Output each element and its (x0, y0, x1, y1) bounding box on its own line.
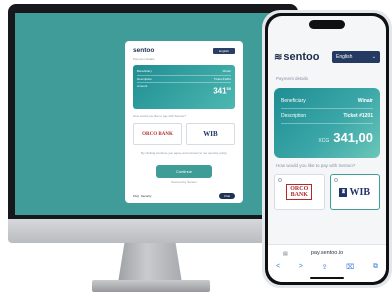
desktop-amount-row: Amount 34150 (137, 83, 231, 97)
phone-brand-name: sentoo (283, 51, 320, 63)
description-value: Ticket #1201 (343, 113, 373, 119)
bookmarks-icon[interactable]: ⌧ (346, 263, 354, 271)
beneficiary-label: Beneficiary (281, 98, 306, 104)
phone-brand-logo: ≋ sentoo (274, 51, 319, 63)
wib-bank-logo: ♜ WIB (339, 187, 370, 198)
desktop-continue-button[interactable]: Continue (156, 165, 212, 178)
desktop-payment-summary: Beneficiary Winair Description Ticket #1… (133, 65, 235, 109)
orco-bank-logo: ORCO BANK (286, 184, 313, 200)
description-label: Description (281, 113, 307, 119)
radio-unselected[interactable] (278, 178, 282, 182)
amount-label: Amount (137, 84, 148, 89)
wib-logo-text: WIB (349, 186, 371, 198)
tabs-icon[interactable]: ⧉ (373, 263, 378, 271)
monitor-screen: sentoo English Payment details Beneficia… (15, 13, 291, 215)
share-icon[interactable]: ⇪ (322, 263, 328, 271)
desktop-description-row: Description Ticket #1201 (137, 76, 231, 84)
sentoo-logo-icon: ≋ (274, 51, 283, 63)
desktop-amount: 34150 (213, 86, 231, 96)
desktop-secured-label: Secured by Sentoo (171, 180, 197, 184)
browser-toolbar: < > ⇪ ⌧ ⧉ (276, 263, 378, 271)
amount-decimal: 50 (226, 86, 231, 92)
description-value: Ticket #1201 (213, 76, 231, 81)
phone-screen: ≋ sentoo English ⌄ Payment details Benef… (268, 16, 386, 282)
phone-amount: XCG 341,00 (281, 130, 373, 145)
phone-browser-bar: ▤ pay.sentoo.io < > ⇪ ⌧ ⧉ (268, 244, 386, 282)
desktop-bank-orco[interactable]: ORCO BANK (133, 123, 182, 145)
phone-payment-summary: Beneficiary Winair Description Ticket #1… (274, 88, 380, 158)
phone-dynamic-island (309, 20, 345, 29)
radio-unselected[interactable] (333, 178, 338, 182)
monitor-stand-neck (118, 243, 182, 283)
desktop-payment-card: sentoo English Payment details Beneficia… (125, 41, 243, 203)
desktop-choose-prompt: How would you like to pay with Sentoo? (133, 114, 186, 118)
home-indicator (310, 277, 344, 279)
desktop-footer: FAQ Security Chat (133, 193, 235, 199)
monitor-stand-foot (92, 280, 210, 292)
security-link[interactable]: Security (141, 194, 152, 198)
phone-description-row: Description Ticket #1201 (281, 109, 373, 124)
monitor-chin (8, 219, 298, 243)
desktop-bank-options: ORCO BANK WIB (133, 123, 235, 145)
address-bar[interactable]: pay.sentoo.io (268, 250, 386, 256)
phone-payment-details-label: Payment details (276, 76, 309, 81)
phone-body: ≋ sentoo English ⌄ Payment details Benef… (265, 13, 389, 285)
faq-link[interactable]: FAQ (133, 194, 139, 198)
chevron-down-icon: ⌄ (371, 54, 376, 60)
amount-whole: 341 (213, 87, 227, 97)
beneficiary-value: Winair (222, 69, 231, 74)
phone-beneficiary-row: Beneficiary Winair (281, 94, 373, 109)
phone-bank-options: ORCO BANK ♜ WIB (274, 174, 380, 210)
desktop-bank-wib[interactable]: WIB (186, 123, 235, 145)
phone-header: ≋ sentoo English ⌄ (274, 51, 380, 63)
phone-choose-prompt: How would you like to pay with Sentoo? (276, 163, 356, 168)
beneficiary-label: Beneficiary (137, 69, 152, 74)
desktop-payment-details-label: Payment details (133, 57, 155, 61)
phone-bank-orco[interactable]: ORCO BANK (274, 174, 325, 210)
phone-device: ≋ sentoo English ⌄ Payment details Benef… (262, 10, 392, 288)
wib-emblem-icon: ♜ (339, 187, 348, 197)
back-icon[interactable]: < (276, 263, 280, 271)
language-value: English (336, 54, 353, 60)
forward-icon[interactable]: > (299, 263, 303, 271)
desktop-monitor: sentoo English Payment details Beneficia… (0, 4, 300, 296)
description-label: Description (137, 76, 153, 81)
phone-language-select[interactable]: English ⌄ (332, 51, 380, 63)
desktop-terms-text: By clicking continue you agree and conse… (141, 151, 227, 155)
amount-value: 341,00 (333, 130, 373, 145)
phone-bank-wib[interactable]: ♜ WIB (329, 174, 380, 210)
desktop-language-select[interactable]: English (213, 48, 235, 54)
beneficiary-value: Winair (357, 98, 373, 104)
orco-logo-line2: BANK (290, 192, 308, 198)
desktop-footer-links: FAQ Security (133, 194, 152, 198)
desktop-beneficiary-row: Beneficiary Winair (137, 68, 231, 76)
desktop-chat-button[interactable]: Chat (219, 193, 235, 199)
currency-code: XCG (318, 138, 330, 144)
